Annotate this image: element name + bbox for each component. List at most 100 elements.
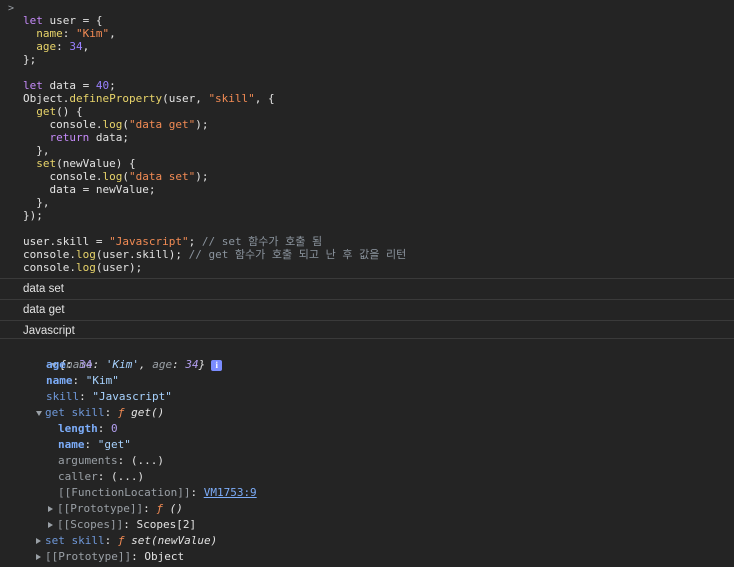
string-literal: "Javascript"	[109, 235, 189, 248]
code-text: );	[195, 170, 209, 183]
code-line: age: 34,	[23, 40, 406, 53]
console-message[interactable]: data set	[0, 278, 734, 299]
code-text: ;	[188, 235, 202, 248]
function-location-link[interactable]: VM1753:9	[204, 486, 257, 499]
prototype-row[interactable]: [[Prototype]]: ƒ ()	[48, 501, 183, 517]
code-line: console.log("data set");	[23, 170, 406, 183]
setter-row[interactable]: set skill: ƒ set(newValue)	[36, 533, 217, 549]
property-key: name	[23, 27, 63, 40]
function-signature: ()	[169, 502, 183, 515]
code-text: },	[23, 196, 50, 209]
property-value: Scopes[2]	[136, 518, 197, 531]
code-text: :	[56, 40, 70, 53]
code-text: });	[23, 209, 43, 222]
code-text: (user);	[95, 261, 143, 274]
property-value: 34	[79, 358, 93, 371]
prototype-row[interactable]: [[Prototype]]: Object	[36, 549, 184, 565]
property-key: get skill	[45, 406, 105, 419]
keyword: return	[23, 131, 90, 144]
code-line: let user = {	[23, 14, 406, 27]
code-comment: // get 함수가 호출 되고 난 후 값을 리턴	[188, 248, 407, 261]
property-row: skill: "Javascript"	[46, 390, 172, 403]
expand-closed-icon[interactable]	[48, 506, 53, 512]
property-key: skill	[46, 390, 80, 403]
function-name: set	[23, 157, 57, 170]
function-name: log	[102, 118, 123, 131]
code-line: console.log("data get");	[23, 118, 406, 131]
property-key: [[Prototype]]	[57, 502, 144, 515]
code-text: console.	[23, 118, 103, 131]
code-text: (user,	[162, 92, 209, 105]
code-text: },	[23, 144, 50, 157]
number-literal: 40	[95, 79, 110, 92]
code-line: },	[23, 144, 406, 157]
info-icon[interactable]: i	[211, 359, 223, 371]
expand-closed-icon[interactable]	[36, 538, 41, 544]
code-text: ;	[109, 79, 116, 92]
string-literal: "Kim"	[76, 27, 110, 40]
code-text: (	[122, 118, 129, 131]
property-value: Object	[144, 550, 185, 563]
code-text: () {	[56, 105, 83, 118]
code-comment: // set 함수가 호출 됨	[201, 235, 323, 248]
code-text: data = newValue;	[23, 183, 156, 196]
property-key: [[FunctionLocation]]	[58, 486, 191, 499]
string-literal: "skill"	[208, 92, 255, 105]
summary-colon: :	[172, 358, 186, 371]
property-value: "Kim"	[85, 374, 119, 387]
property-key: name	[46, 374, 73, 387]
code-text: user.skill =	[23, 235, 110, 248]
function-signature: get()	[131, 406, 165, 419]
code-text: , {	[254, 92, 275, 105]
code-line: return data;	[23, 131, 406, 144]
function-name: log	[75, 248, 96, 261]
console-message[interactable]: data get	[0, 299, 734, 320]
property-key: length	[58, 422, 98, 435]
getter-row[interactable]: get skill: ƒ get()	[36, 405, 164, 421]
property-row: age: 34	[46, 358, 93, 371]
function-signature: set(newValue)	[131, 534, 218, 547]
code-line: get() {	[23, 105, 406, 118]
property-value: "get"	[97, 438, 131, 451]
code-line: console.log(user);	[23, 261, 406, 274]
code-text: console.	[23, 170, 103, 183]
lazy-value[interactable]: (...)	[111, 470, 144, 483]
lazy-value[interactable]: (...)	[131, 454, 164, 467]
function-name: defineProperty	[69, 92, 163, 105]
code-text: console.	[23, 248, 76, 261]
function-marker: ƒ	[156, 502, 163, 515]
code-line: name: "Kim",	[23, 27, 406, 40]
property-row: name: "get"	[58, 438, 131, 451]
scopes-row[interactable]: [[Scopes]]: Scopes[2]	[48, 517, 196, 533]
code-text: (user.skill);	[95, 248, 189, 261]
string-literal: "data set"	[128, 170, 196, 183]
code-line: console.log(user.skill); // get 함수가 호출 되…	[23, 248, 406, 261]
expand-closed-icon[interactable]	[36, 554, 41, 560]
keyword: let	[23, 14, 43, 27]
code-text: data;	[89, 131, 129, 144]
code-text: );	[195, 118, 209, 131]
code-line: };	[23, 53, 406, 66]
code-text: data =	[42, 79, 96, 92]
expand-open-icon[interactable]	[36, 410, 42, 416]
property-value: 0	[111, 422, 118, 435]
function-name: log	[102, 170, 123, 183]
property-key: [[Scopes]]	[57, 518, 124, 531]
object-summary-row[interactable]: {name: 'Kim', age: 34} i	[24, 341, 223, 371]
summary-key: age	[152, 358, 173, 371]
console-prompt-chevron: >	[8, 3, 15, 14]
expand-closed-icon[interactable]	[48, 522, 53, 528]
property-key: arguments	[58, 454, 118, 467]
property-key: age	[23, 40, 57, 53]
property-row: name: "Kim"	[46, 374, 119, 387]
code-text: user = {	[42, 14, 103, 27]
property-value: "Javascript"	[92, 390, 172, 403]
summary-value: 34	[185, 358, 199, 371]
property-row: length: 0	[58, 422, 118, 435]
summary-colon: :	[92, 358, 106, 371]
string-literal: "data get"	[128, 118, 196, 131]
property-key: name	[58, 438, 85, 451]
code-text: ,	[109, 27, 116, 40]
